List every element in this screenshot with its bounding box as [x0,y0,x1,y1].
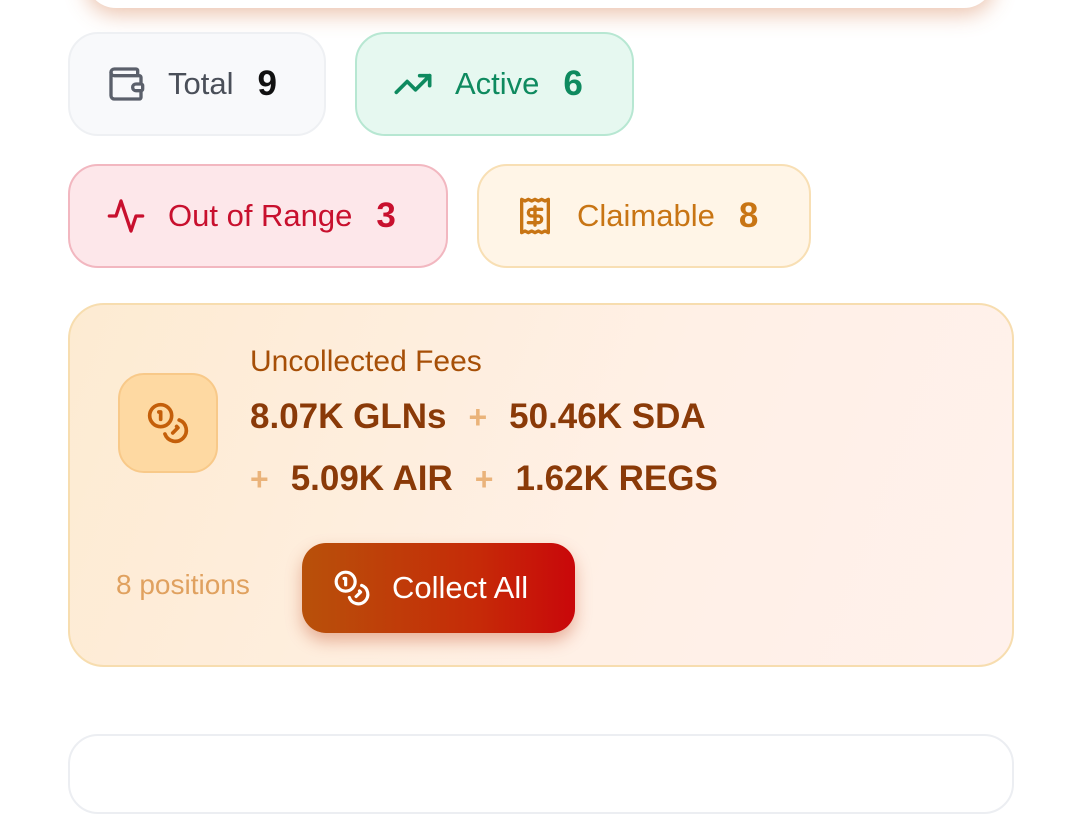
stat-total-count: 9 [257,64,277,103]
plus-separator: + [468,398,488,435]
fees-line-1: 8.07K GLNs + 50.46K SDA [250,397,706,437]
stat-active-count: 6 [563,64,583,103]
activity-icon [104,194,148,238]
stat-claimable-chip[interactable]: Claimable 8 [477,164,811,268]
coins-icon [118,373,218,473]
stat-total-chip[interactable]: Total 9 [68,32,326,136]
header-card [86,0,994,8]
stat-active-label: Active [455,66,540,101]
stat-total-label: Total [168,66,234,101]
fees-line-2: + 5.09K AIR + 1.62K REGS [250,459,718,499]
fee-amount-sda: 50.46K SDA [509,397,706,436]
uncollected-fees-card: Uncollected Fees 8.07K GLNs + 50.46K SDA… [68,303,1014,667]
fee-amount-gln: 8.07K GLNs [250,397,447,436]
stat-claimable-count: 8 [738,196,759,235]
next-card [68,734,1014,814]
positions-count: 8 positions [116,569,250,600]
plus-separator: + [250,460,269,497]
trending-up-icon [391,62,435,106]
wallet-icon [104,62,148,106]
stat-out-of-range-count: 3 [376,196,396,235]
coins-icon [330,566,374,610]
fees-title: Uncollected Fees [250,345,482,378]
receipt-dollar-icon [513,194,557,238]
stat-claimable-label: Claimable [577,198,715,233]
plus-separator: + [474,460,494,497]
collect-all-button[interactable]: Collect All [302,543,575,633]
fee-amount-air: 5.09K AIR [290,459,453,498]
collect-all-label: Collect All [392,570,529,605]
stat-out-of-range-chip[interactable]: Out of Range 3 [68,164,448,268]
stat-out-of-range-label: Out of Range [168,198,353,233]
fee-amount-regs: 1.62K REGS [515,459,718,498]
stat-active-chip[interactable]: Active 6 [355,32,634,136]
